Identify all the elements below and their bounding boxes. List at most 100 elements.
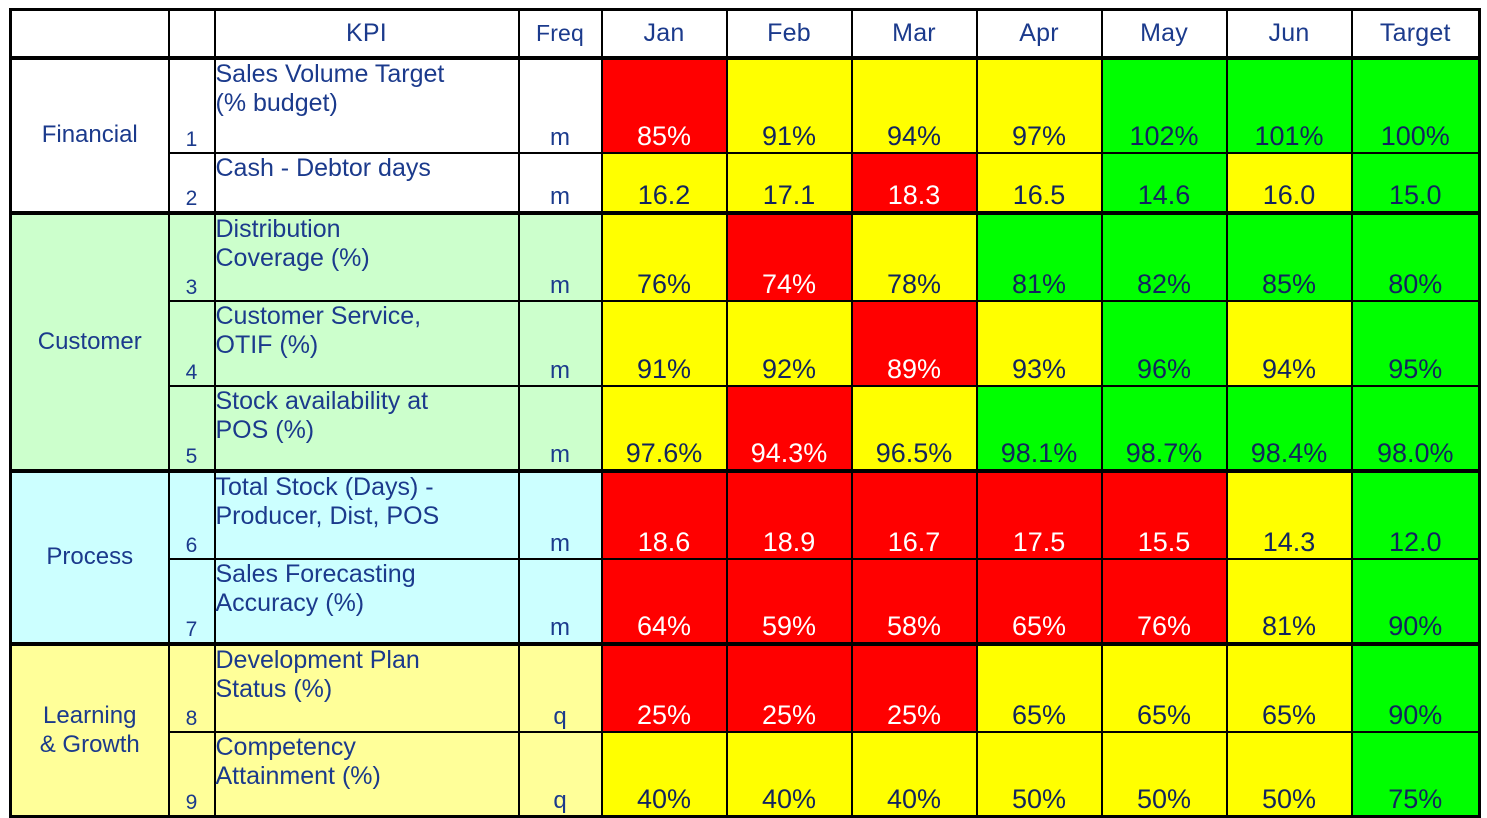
kpi-value-cell: 40% [725,730,853,818]
kpi-value-cell: 65% [1100,641,1228,733]
kpi-number: 8 [167,641,216,733]
header-month-mar: Mar [850,8,978,60]
kpi-value-cell: 40% [850,730,978,818]
kpi-value-cell: 91% [600,299,728,387]
kpi-value-cell: 18.6 [600,468,728,560]
kpi-target-cell: 80% [1350,210,1481,302]
kpi-number: 3 [167,210,216,302]
kpi-name-line: Customer Service, [215,301,422,330]
kpi-name-line: Competency [215,732,356,761]
kpi-value-cell: 92% [725,299,853,387]
kpi-name: Total Stock (Days) - Producer, Dist, POS [213,468,520,560]
kpi-value-cell: 18.9 [725,468,853,560]
kpi-value-cell: 98.4% [1225,384,1353,472]
kpi-name: Sales Forecasting Accuracy (%) [213,557,520,645]
table-header: KPI Freq Jan Feb Mar Apr May Jun Target [9,8,1481,60]
kpi-value-cell: 15.5 [1100,468,1228,560]
header-number [167,8,216,60]
kpi-value-cell: 94.3% [725,384,853,472]
kpi-target-cell: 98.0% [1350,384,1481,472]
kpi-target-cell: 90% [1350,557,1481,645]
kpi-value-cell: 97.6% [600,384,728,472]
kpi-value-cell: 14.3 [1225,468,1353,560]
kpi-number: 6 [167,468,216,560]
kpi-value-cell: 16.5 [975,151,1103,214]
kpi-value-cell: 98.7% [1100,384,1228,472]
kpi-value-cell: 50% [1100,730,1228,818]
kpi-value-cell: 91% [725,55,853,154]
kpi-frequency: q [517,641,603,733]
kpi-value-cell: 16.7 [850,468,978,560]
kpi-value-cell: 74% [725,210,853,302]
kpi-name-line: Sales Forecasting [215,559,416,588]
kpi-frequency: m [517,384,603,472]
table-row: 9 Competency Attainment (%) q 40% 40% 40% 50% 50… [11,730,1481,818]
kpi-target-cell: 15.0 [1350,151,1481,214]
kpi-value-cell: 58% [850,557,978,645]
perspective-label-line: Customer [37,327,142,355]
perspective-cell-financial: Financial [9,55,170,214]
kpi-value-cell: 97% [975,55,1103,154]
table-row: Process 6 Total Stock (Days) - Producer, Di… [9,468,1481,645]
header-row: KPI Freq Jan Feb Mar Apr May Jun Target [9,8,1481,60]
table-row: 7 Sales Forecasting Accuracy (%) m 64% 59% 58%… [11,557,1481,645]
kpi-target-cell: 90% [1350,641,1481,733]
kpi-value-cell: 16.2 [600,151,728,214]
kpi-value-cell: 65% [1225,641,1353,733]
kpi-value-cell: 81% [975,210,1103,302]
kpi-value-cell: 94% [1225,299,1353,387]
kpi-value-cell: 50% [975,730,1103,818]
kpi-name-line: Cash - Debtor days [215,153,431,182]
kpi-name-line: Producer, Dist, POS [215,501,440,530]
perspective-label-line: Financial [41,121,138,149]
table-body: Financial 1 Sales Volume Target (% budget) m… [9,55,1481,818]
perspective-cell-process: Process [9,468,170,645]
kpi-name-line: Status (%) [215,674,333,703]
header-month-feb: Feb [725,8,853,60]
kpi-number: 2 [167,151,216,214]
kpi-target-cell: 12.0 [1350,468,1481,560]
kpi-value-cell: 85% [600,55,728,154]
kpi-name: Customer Service, OTIF (%) [213,299,520,387]
kpi-value-cell: 50% [1225,730,1353,818]
kpi-value-cell: 65% [975,641,1103,733]
kpi-value-cell: 78% [850,210,978,302]
kpi-frequency: m [517,55,603,154]
kpi-number: 4 [167,299,216,387]
kpi-value-cell: 18.3 [850,151,978,214]
perspective-label-line: Process [46,543,134,571]
table-row: 4 Customer Service, OTIF (%) m 91% 92% 89% 93% 9… [11,299,1481,387]
header-freq: Freq [517,8,603,60]
kpi-value-cell: 16.0 [1225,151,1353,214]
kpi-name-line: Distribution [215,214,341,243]
kpi-target-cell: 95% [1350,299,1481,387]
kpi-value-cell: 17.1 [725,151,853,214]
perspective-label-line: & Growth [39,731,140,759]
header-target: Target [1350,8,1481,60]
table-row: Customer 3 Distribution Coverage (%) m 76% 74%… [9,210,1481,472]
kpi-value-cell: 98.1% [975,384,1103,472]
kpi-name: Cash - Debtor days [213,151,520,214]
kpi-frequency: m [517,557,603,645]
kpi-frequency: m [517,151,603,214]
kpi-value-cell: 40% [600,730,728,818]
kpi-name: Distribution Coverage (%) [213,210,520,302]
kpi-name-line: Accuracy (%) [215,588,365,617]
kpi-name-line: Sales Volume Target [215,59,445,88]
kpi-name: Development Plan Status (%) [213,641,520,733]
kpi-number: 1 [167,55,216,154]
perspective-cell-learning-growth: Learning & Growth [9,641,170,818]
kpi-value-cell: 82% [1100,210,1228,302]
perspective-cell-customer: Customer [9,210,170,472]
kpi-value-cell: 85% [1225,210,1353,302]
kpi-name-line: OTIF (%) [215,330,319,359]
kpi-frequency: m [517,210,603,302]
header-perspective [9,8,170,60]
kpi-frequency: m [517,468,603,560]
kpi-value-cell: 101% [1225,55,1353,154]
kpi-scorecard: KPI Freq Jan Feb Mar Apr May Jun Target … [0,0,1487,818]
kpi-value-cell: 64% [600,557,728,645]
kpi-value-cell: 81% [1225,557,1353,645]
kpi-target-cell: 75% [1350,730,1481,818]
header-month-jun: Jun [1225,8,1353,60]
